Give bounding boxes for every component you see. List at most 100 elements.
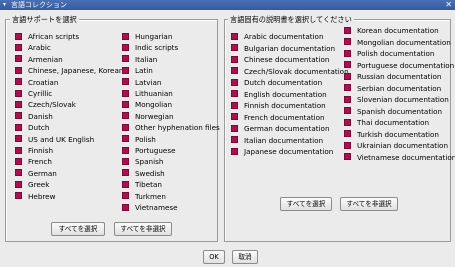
support-language-item[interactable]: Croatian bbox=[15, 77, 58, 89]
checkbox[interactable] bbox=[15, 135, 22, 143]
support-deselect-all-button[interactable]: すべてを非選択 bbox=[114, 222, 172, 236]
checkbox[interactable] bbox=[231, 32, 238, 40]
documentation-item[interactable]: Serbian documentation bbox=[344, 83, 441, 95]
documentation-item[interactable]: Korean documentation bbox=[344, 25, 439, 37]
support-language-item[interactable]: Cyrillic bbox=[15, 88, 52, 100]
checkbox[interactable] bbox=[344, 107, 351, 114]
support-language-item[interactable]: Greek bbox=[15, 179, 49, 191]
documentation-item[interactable]: Dutch documentation bbox=[231, 77, 322, 89]
documentation-item[interactable]: Ukrainian documentation bbox=[344, 140, 448, 152]
documentation-item[interactable]: Portuguese documentation bbox=[344, 60, 454, 72]
checkbox[interactable] bbox=[231, 67, 238, 74]
checkbox[interactable] bbox=[231, 90, 238, 97]
checkbox[interactable] bbox=[122, 43, 129, 51]
checkbox[interactable] bbox=[122, 192, 129, 200]
window-menu-icon[interactable]: ▾ bbox=[3, 1, 6, 8]
support-language-item[interactable]: Dutch bbox=[15, 122, 49, 134]
checkbox[interactable] bbox=[122, 55, 129, 63]
checkbox[interactable] bbox=[231, 44, 238, 51]
support-language-item[interactable]: Swedish bbox=[122, 168, 165, 180]
checkbox[interactable] bbox=[344, 38, 351, 45]
checkbox[interactable] bbox=[231, 124, 238, 132]
checkbox[interactable] bbox=[122, 100, 129, 108]
ok-button[interactable]: OK bbox=[203, 250, 225, 264]
checkbox[interactable] bbox=[15, 66, 22, 74]
support-language-item[interactable]: Mongolian bbox=[122, 99, 172, 111]
checkbox[interactable] bbox=[344, 141, 351, 149]
checkbox[interactable] bbox=[122, 89, 129, 97]
checkbox[interactable] bbox=[231, 101, 238, 109]
support-language-item[interactable]: Lithuanian bbox=[122, 88, 173, 100]
checkbox[interactable] bbox=[15, 123, 22, 131]
checkbox[interactable] bbox=[344, 49, 351, 57]
support-select-all-button[interactable]: すべてを選択 bbox=[51, 222, 105, 236]
checkbox[interactable] bbox=[15, 180, 22, 188]
checkbox[interactable] bbox=[344, 130, 351, 137]
documentation-item[interactable]: Italian documentation bbox=[231, 135, 323, 147]
checkbox[interactable] bbox=[344, 61, 351, 68]
documentation-item[interactable]: Arabic documentation bbox=[231, 31, 324, 43]
checkbox[interactable] bbox=[122, 157, 129, 165]
checkbox[interactable] bbox=[15, 112, 22, 120]
checkbox[interactable] bbox=[15, 43, 22, 51]
support-language-item[interactable]: Portuguese bbox=[122, 145, 176, 157]
support-language-item[interactable]: Latvian bbox=[122, 77, 161, 89]
checkbox[interactable] bbox=[344, 118, 351, 126]
checkbox[interactable] bbox=[15, 78, 22, 86]
checkbox[interactable] bbox=[231, 55, 238, 63]
checkbox[interactable] bbox=[122, 203, 129, 211]
checkbox[interactable] bbox=[122, 112, 129, 120]
documentation-item[interactable]: Russian documentation bbox=[344, 71, 441, 83]
docs-deselect-all-button[interactable]: すべてを非選択 bbox=[340, 197, 398, 211]
support-language-item[interactable]: Danish bbox=[15, 111, 53, 123]
documentation-item[interactable]: Spanish documentation bbox=[344, 106, 442, 118]
support-language-item[interactable]: Norwegian bbox=[122, 111, 174, 123]
support-language-item[interactable]: Hebrew bbox=[15, 191, 56, 203]
support-language-item[interactable]: Chinese, Japanese, Korean bbox=[15, 65, 123, 77]
checkbox[interactable] bbox=[344, 84, 351, 91]
support-language-item[interactable]: Indic scripts bbox=[122, 42, 178, 54]
support-language-item[interactable]: Tibetan bbox=[122, 179, 162, 191]
support-language-item[interactable]: Arabic bbox=[15, 42, 51, 54]
checkbox[interactable] bbox=[15, 55, 22, 63]
checkbox[interactable] bbox=[122, 78, 129, 86]
documentation-item[interactable]: Turkish documentation bbox=[344, 129, 439, 141]
documentation-item[interactable]: Czech/Slovak documentation bbox=[231, 66, 349, 78]
close-icon[interactable]: ✕ bbox=[445, 0, 452, 10]
documentation-item[interactable]: Finnish documentation bbox=[231, 100, 326, 112]
checkbox[interactable] bbox=[122, 180, 129, 188]
documentation-item[interactable]: Vietnamese documentation bbox=[344, 152, 455, 164]
support-language-item[interactable]: Latin bbox=[122, 65, 153, 77]
support-language-item[interactable]: Finnish bbox=[15, 145, 53, 157]
support-language-item[interactable]: Spanish bbox=[122, 156, 163, 168]
documentation-item[interactable]: Mongolian documentation bbox=[344, 37, 451, 49]
documentation-item[interactable]: Thai documentation bbox=[344, 117, 429, 129]
checkbox[interactable] bbox=[15, 192, 22, 200]
checkbox[interactable] bbox=[344, 153, 351, 160]
checkbox[interactable] bbox=[15, 146, 22, 154]
checkbox[interactable] bbox=[122, 66, 129, 74]
documentation-item[interactable]: English documentation bbox=[231, 89, 327, 101]
support-language-item[interactable]: Vietnamese bbox=[122, 202, 178, 214]
docs-select-all-button[interactable]: すべてを選択 bbox=[280, 197, 332, 211]
documentation-item[interactable]: Polish documentation bbox=[344, 48, 435, 60]
checkbox[interactable] bbox=[122, 135, 129, 143]
support-language-item[interactable]: Armenian bbox=[15, 54, 63, 66]
documentation-item[interactable]: French documentation bbox=[231, 112, 325, 124]
checkbox[interactable] bbox=[231, 78, 238, 86]
checkbox[interactable] bbox=[122, 169, 129, 177]
support-language-item[interactable]: Hungarian bbox=[122, 31, 172, 43]
checkbox[interactable] bbox=[122, 146, 129, 154]
support-language-item[interactable]: German bbox=[15, 168, 57, 180]
support-language-item[interactable]: African scripts bbox=[15, 31, 79, 43]
support-language-item[interactable]: Italian bbox=[122, 54, 157, 66]
checkbox[interactable] bbox=[15, 100, 22, 108]
documentation-item[interactable]: Chinese documentation bbox=[231, 54, 329, 66]
support-language-item[interactable]: Polish bbox=[122, 134, 156, 146]
checkbox[interactable] bbox=[15, 169, 22, 177]
documentation-item[interactable]: Japanese documentation bbox=[231, 146, 333, 158]
support-language-item[interactable]: US and UK English bbox=[15, 134, 94, 146]
cancel-button[interactable]: 取消 bbox=[232, 250, 258, 264]
support-language-item[interactable]: Czech/Slovak bbox=[15, 99, 76, 111]
checkbox[interactable] bbox=[344, 95, 351, 103]
